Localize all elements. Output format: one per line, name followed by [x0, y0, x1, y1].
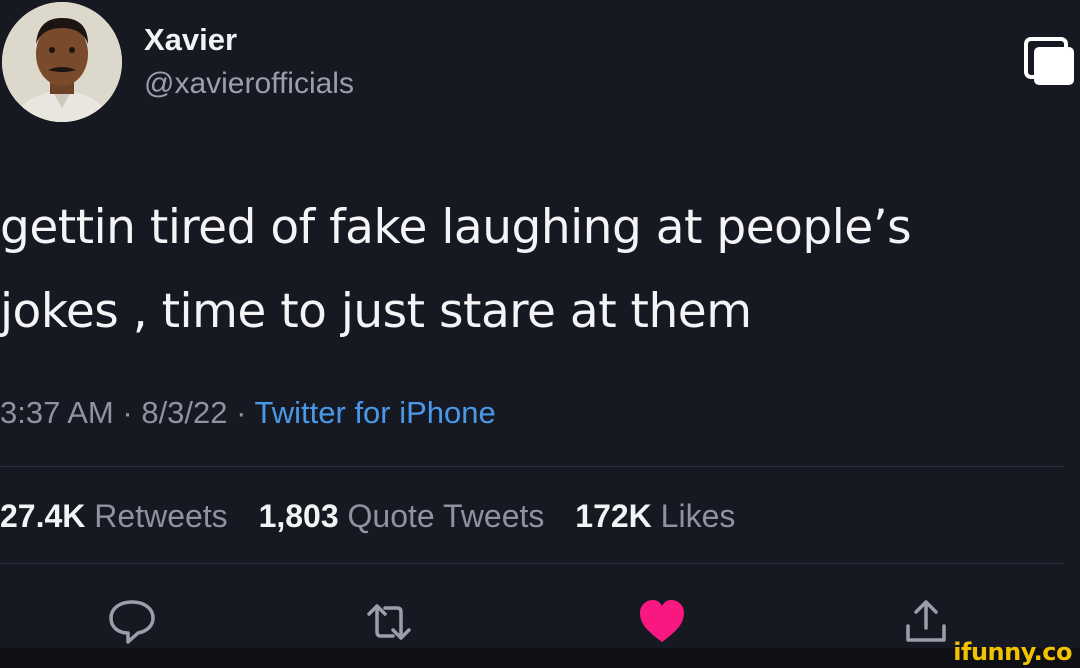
retweets-label: Retweets — [94, 498, 228, 534]
quote-tweets-label: Quote Tweets — [347, 498, 545, 534]
tweet-text: gettin tired of fake laughing at people’… — [0, 200, 912, 339]
author-handle[interactable]: @xavierofficials — [144, 67, 354, 101]
retweets-count: 27.4K — [0, 498, 86, 534]
heart-icon — [640, 600, 684, 642]
likes-count: 172K — [575, 498, 652, 534]
likes-label: Likes — [660, 498, 736, 534]
divider — [0, 466, 1064, 467]
meta-separator: · — [122, 395, 133, 430]
avatar[interactable] — [2, 2, 122, 122]
likes-stat[interactable]: 172K Likes — [575, 498, 735, 534]
retweets-stat[interactable]: 27.4K Retweets — [0, 498, 228, 534]
tweet-time: 3:37 AM — [0, 395, 114, 430]
watermark-logo: ifunny.co — [953, 638, 1072, 666]
copy-icon[interactable] — [1020, 35, 1078, 90]
tweet-date: 8/3/22 — [141, 395, 228, 430]
reply-button[interactable] — [106, 596, 158, 648]
author-display-name[interactable]: Xavier — [144, 22, 237, 58]
tweet-stats: 27.4K Retweets 1,803 Quote Tweets 172K L… — [0, 498, 735, 535]
tweet-meta: 3:37 AM · 8/3/22 · Twitter for iPhone — [0, 395, 496, 431]
bottom-bar — [0, 648, 1080, 668]
retweet-button[interactable] — [363, 596, 415, 648]
reply-icon — [109, 600, 155, 644]
share-button[interactable] — [900, 596, 952, 648]
quote-tweets-count: 1,803 — [258, 498, 339, 534]
divider — [0, 563, 1064, 564]
share-icon — [906, 600, 946, 642]
like-button[interactable] — [636, 596, 688, 648]
tweet-source-link[interactable]: Twitter for iPhone — [255, 395, 496, 430]
retweet-icon — [367, 604, 411, 640]
avatar-photo — [2, 2, 122, 122]
quote-tweets-stat[interactable]: 1,803 Quote Tweets — [259, 498, 545, 534]
meta-separator: · — [236, 395, 247, 430]
